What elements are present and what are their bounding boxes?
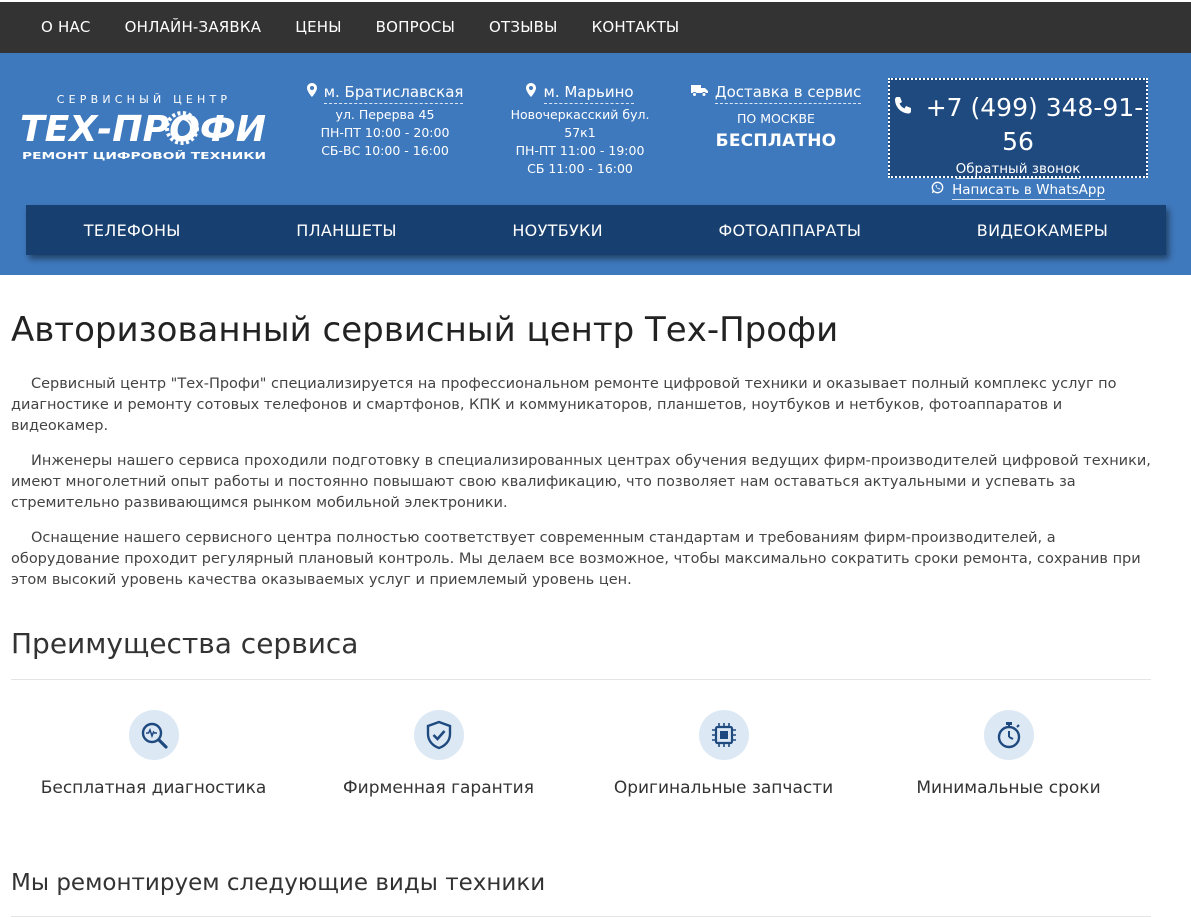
location-hours-weekend: СБ-ВС 10:00 - 16:00 — [321, 143, 449, 158]
phone-number-row: +7 (499) 348-91-56 — [890, 92, 1146, 158]
intro-paragraph-1: Сервисный центр "Тех-Профи" специализиру… — [11, 376, 1117, 434]
delivery-area: ПО МОСКВЕ — [737, 111, 815, 126]
shield-check-icon — [413, 710, 464, 760]
delivery-info: Доставка в сервис ПО МОСКВЕ БЕСПЛАТНО — [690, 81, 862, 150]
advantages-heading: Преимущества сервиса — [11, 627, 359, 660]
page-title: Авторизованный сервисный центр Тех-Профи — [11, 310, 839, 350]
category-cameras[interactable]: ФОТОАППАРАТЫ — [718, 221, 861, 240]
location-hours-weekdays: ПН-ПТ 11:00 - 19:00 — [515, 143, 645, 158]
site-header: СЕРВИСНЫЙ ЦЕНТР ТЕХ-ПРОФИ РЕМОНТ ЦИФРОВО… — [0, 53, 1191, 275]
advantage-minimal-time: Минимальные сроки — [866, 710, 1151, 798]
site-logo[interactable]: СЕРВИСНЫЙ ЦЕНТР ТЕХ-ПРОФИ РЕМОНТ ЦИФРОВО… — [18, 91, 270, 165]
whatsapp-link[interactable]: Написать в WhatsApp — [952, 181, 1106, 200]
callback-link[interactable]: Обратный звонок — [955, 160, 1081, 179]
top-nav-about[interactable]: О НАС — [24, 2, 108, 53]
phone-number-link[interactable]: +7 (499) 348-91-56 — [926, 93, 1144, 156]
advantage-label: Оригинальные запчасти — [613, 778, 834, 798]
delivery-price: БЕСПЛАТНО — [715, 131, 837, 151]
location-address: ул. Перерва 45 — [335, 107, 435, 122]
advantage-warranty: Фирменная гарантия — [296, 710, 581, 798]
advantage-label: Минимальные сроки — [916, 778, 1101, 798]
location-address: Новочеркасский бул. — [510, 107, 650, 122]
top-nav-online-request[interactable]: ОНЛАЙН-ЗАЯВКА — [108, 2, 279, 53]
advantage-free-diagnostics: Бесплатная диагностика — [11, 710, 296, 798]
whatsapp-icon — [931, 179, 949, 198]
location-hours-weekdays: ПН-ПТ 10:00 - 20:00 — [320, 125, 450, 140]
map-pin-icon — [526, 83, 540, 101]
top-nav-questions[interactable]: ВОПРОСЫ — [359, 2, 472, 53]
contact-box: +7 (499) 348-91-56 Обратный звонок Напис… — [888, 78, 1148, 200]
phone-icon — [893, 97, 920, 122]
map-pin-icon — [306, 83, 321, 101]
top-nav-list: О НАС ОНЛАЙН-ЗАЯВКА ЦЕНЫ ВОПРОСЫ ОТЗЫВЫ … — [24, 2, 696, 53]
top-nav: О НАС ОНЛАЙН-ЗАЯВКА ЦЕНЫ ВОПРОСЫ ОТЗЫВЫ … — [0, 2, 1191, 53]
logo-main-text: ТЕХ-ПРОФИ — [20, 109, 266, 150]
chip-icon — [698, 710, 749, 760]
location-hours-saturday: СБ 11:00 - 16:00 — [527, 161, 633, 176]
category-tablets[interactable]: ПЛАНШЕТЫ — [296, 221, 397, 240]
truck-icon — [690, 85, 712, 101]
main-content: Авторизованный сервисный центр Тех-Профи… — [11, 300, 1151, 917]
advantage-label: Фирменная гарантия — [343, 778, 534, 798]
location-bratislavskaya: м. Братиславская ул. Перерва 45 ПН-ПТ 10… — [300, 81, 470, 160]
delivery-link[interactable]: Доставка в сервис — [714, 81, 862, 104]
location-name-link[interactable]: м. Марьино — [543, 81, 634, 104]
repair-types-heading: Мы ремонтируем следующие виды техники — [11, 870, 546, 896]
section-divider — [11, 679, 1151, 680]
logo-bottom-text: РЕМОНТ ЦИФРОВОЙ ТЕХНИКИ — [22, 149, 266, 162]
category-camcorders[interactable]: ВИДЕОКАМЕРЫ — [977, 221, 1108, 240]
top-nav-contacts[interactable]: КОНТАКТЫ — [575, 2, 697, 53]
location-name-link[interactable]: м. Братиславская — [323, 81, 464, 104]
diagnostics-icon — [128, 710, 179, 760]
top-nav-prices[interactable]: ЦЕНЫ — [278, 2, 358, 53]
advantage-original-parts: Оригинальные запчасти — [581, 710, 866, 798]
intro-paragraph-3: Оснащение нашего сервисного центра полно… — [11, 530, 1141, 588]
category-nav: ТЕЛЕФОНЫ ПЛАНШЕТЫ НОУТБУКИ ФОТОАППАРАТЫ … — [26, 205, 1166, 255]
stopwatch-icon — [983, 710, 1034, 760]
category-phones[interactable]: ТЕЛЕФОНЫ — [84, 221, 181, 240]
location-maryino: м. Марьино Новочеркасский бул. 57к1 ПН-П… — [505, 81, 655, 178]
intro-paragraph-2: Инженеры нашего сервиса проходили подгот… — [11, 453, 1151, 511]
logo-graphic: СЕРВИСНЫЙ ЦЕНТР ТЕХ-ПРОФИ РЕМОНТ ЦИФРОВО… — [20, 93, 266, 162]
category-laptops[interactable]: НОУТБУКИ — [512, 221, 603, 240]
advantages-list: Бесплатная диагностика Фирменная гаранти… — [11, 710, 1151, 798]
location-address-building: 57к1 — [564, 125, 596, 140]
logo-top-text: СЕРВИСНЫЙ ЦЕНТР — [57, 93, 232, 106]
advantage-label: Бесплатная диагностика — [40, 778, 267, 798]
top-nav-reviews[interactable]: ОТЗЫВЫ — [472, 2, 575, 53]
